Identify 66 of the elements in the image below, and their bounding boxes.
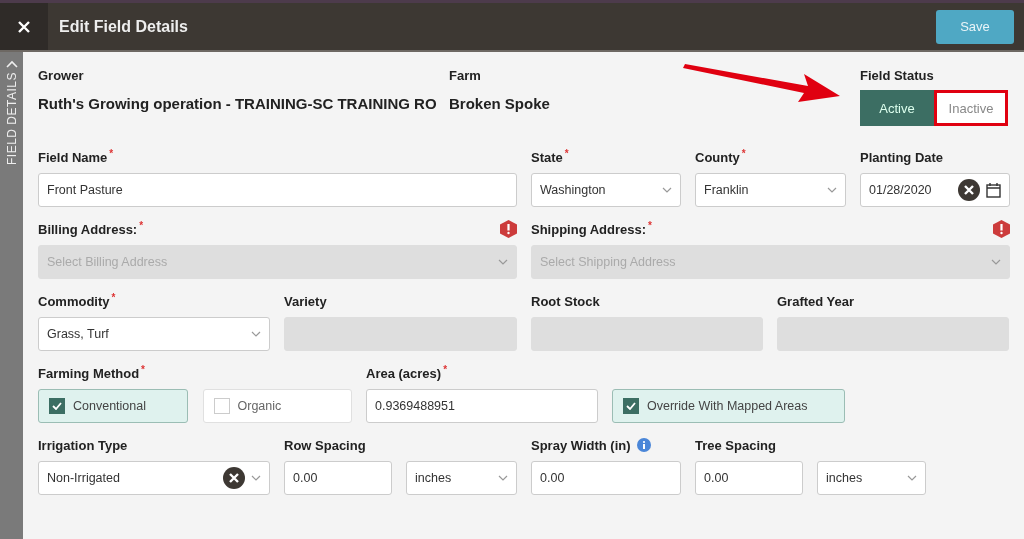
select-field[interactable]: Grass, Turf [38,317,270,351]
status-toggle[interactable]: Inactive [934,90,1008,126]
required-mark: * [443,364,448,375]
chevron-down-icon [827,187,837,193]
number-field[interactable]: 0.00 [284,461,392,495]
field-label: Row Spacing [284,437,366,453]
field-label: Area (acres) [366,365,442,381]
close-icon [18,20,30,33]
info-icon[interactable] [636,438,651,452]
close-button[interactable] [0,3,48,50]
text-field[interactable]: 0.9369488951 [366,389,598,423]
field-label: Tree Spacing [695,437,776,453]
required-mark: * [741,148,746,159]
chevron-down-icon [498,475,508,481]
chevron-down-icon [907,475,917,481]
farm-name: Broken Spoke [449,95,550,112]
chevron-down-icon [662,187,672,193]
chevron-down-icon [991,259,1001,265]
grower-name: Ruth's Growing operation - TRAINING-SC TRAINING RO [38,95,437,112]
text-field[interactable]: 0.00 [531,461,681,495]
required-mark: * [139,220,144,231]
chevron-up-icon[interactable] [5,60,18,68]
chevron-down-icon [251,475,261,481]
field-label: Commodity [38,293,110,309]
number-field[interactable]: 0.00 [695,461,803,495]
side-tab[interactable]: FIELD DETAILS [4,72,19,165]
field-label: Field Status [860,66,935,84]
date-field[interactable]: 01/28/2020 [860,173,1010,207]
field-label: Planting Date [860,149,944,165]
check-icon [626,402,636,410]
required-mark: * [111,292,116,303]
check-icon [52,402,62,410]
checkbox-option[interactable]: Conventional [38,389,188,423]
window-title: Edit Field Details [59,17,189,36]
required-mark: * [648,220,652,231]
field-label: Root Stock [531,293,600,309]
field-label: Farming Method [38,365,140,381]
chevron-down-icon [251,331,261,337]
required-mark: * [141,364,145,375]
field-label: Billing Address: [38,221,138,237]
status-toggle[interactable]: Active [860,90,934,126]
select-field[interactable]: Non-Irrigated [38,461,270,495]
unit-select[interactable]: inches [817,461,926,495]
required-mark: * [564,148,569,159]
clear-icon[interactable] [223,467,245,489]
unit-select[interactable]: inches [406,461,517,495]
checkbox[interactable] [49,398,65,414]
field-label: Grafted Year [777,293,855,309]
select-field[interactable]: Franklin [695,173,846,207]
field-label: Farm [449,66,482,84]
field-label: County [695,149,740,165]
select-field[interactable]: Washington [531,173,681,207]
field-label: Shipping Address: [531,221,647,237]
clear-icon[interactable] [958,179,980,201]
checkbox-option[interactable]: Override With Mapped Areas [612,389,845,423]
checkbox[interactable] [623,398,639,414]
chevron-down-icon [498,259,508,265]
field-label: Field Name [38,149,108,165]
field-label: Spray Width (in) [531,437,631,453]
field-label: State [531,149,563,165]
field-label: Grower [38,66,85,84]
calendar-icon[interactable] [986,182,1001,198]
text-field[interactable]: Front Pasture [38,173,517,207]
required-mark: * [109,148,114,159]
field-label: Variety [284,293,327,309]
field-label: Irrigation Type [38,437,128,453]
